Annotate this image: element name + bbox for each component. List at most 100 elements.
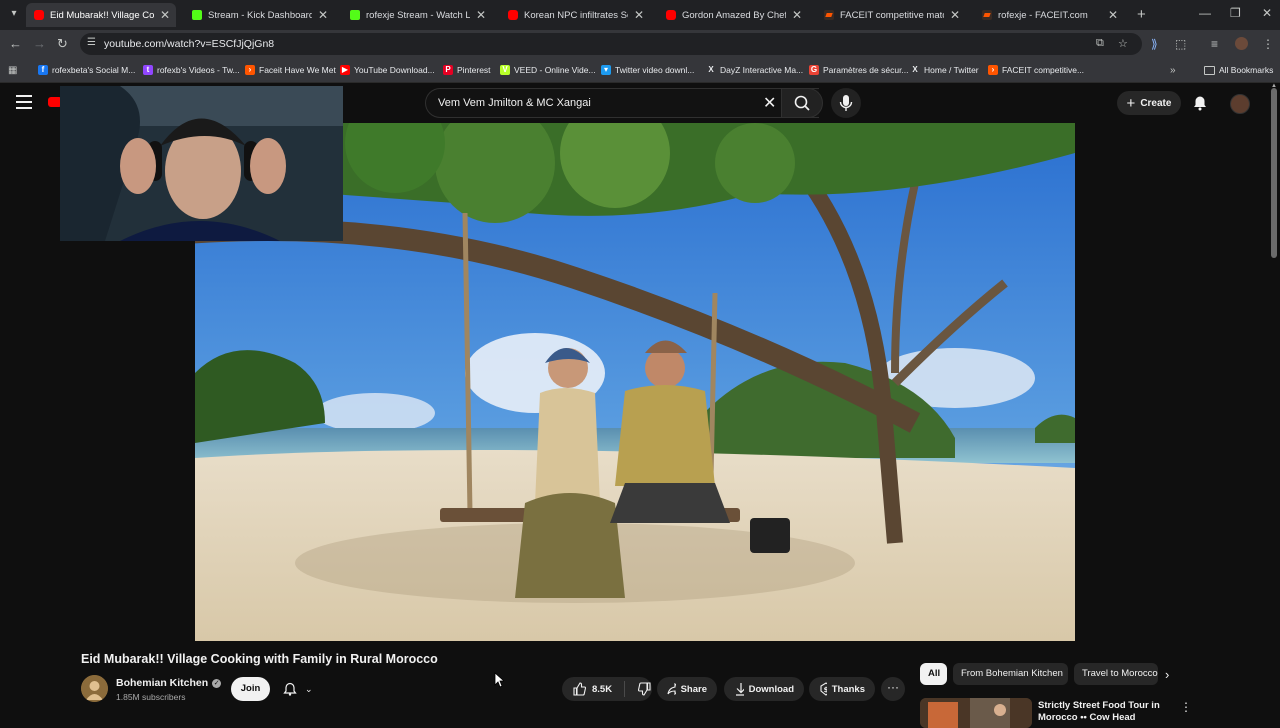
- tab-title: Eid Mubarak!! Village Cooking ...: [50, 9, 154, 21]
- close-tab-icon[interactable]: ✕: [160, 8, 170, 22]
- bookmark-star-icon[interactable]: ☆: [1118, 37, 1128, 50]
- bookmark-item[interactable]: P Pinterest: [443, 63, 491, 77]
- download-button[interactable]: Download: [724, 677, 804, 701]
- site-info-icon[interactable]: ☰: [87, 37, 99, 49]
- twitter-icon: ▾: [601, 65, 611, 75]
- chips-next-icon[interactable]: ›: [1165, 667, 1169, 682]
- restore-icon[interactable]: ❐: [1230, 6, 1241, 20]
- new-tab-button[interactable]: +: [1137, 6, 1146, 23]
- recommendation-thumbnail[interactable]: [920, 698, 1032, 728]
- browser-tab[interactable]: Eid Mubarak!! Village Cooking ... ✕: [26, 3, 176, 27]
- browser-tab[interactable]: Korean NPC infiltrates Sony HQ ✕: [500, 3, 650, 27]
- browser-tab[interactable]: rofexje Stream - Watch Live on ✕: [342, 3, 492, 27]
- forward-button[interactable]: →: [33, 36, 46, 52]
- recommendation-title[interactable]: Strictly Street Food Tour in Morocco •• …: [1038, 700, 1160, 724]
- bookmark-label: rofexbeta's Social M...: [52, 65, 136, 75]
- bookmark-item[interactable]: ▾ Twitter video downl...: [601, 63, 694, 77]
- join-button[interactable]: Join: [231, 677, 270, 701]
- browser-tab[interactable]: Stream - Kick Dashboard ✕: [184, 3, 334, 27]
- extensions-puzzle-icon[interactable]: ⬚: [1175, 37, 1186, 51]
- create-label: Create: [1140, 97, 1172, 109]
- thumbs-up-icon: [573, 682, 586, 696]
- like-button[interactable]: 8.5K: [562, 677, 626, 701]
- bookmark-item[interactable]: V VEED - Online Vide...: [500, 63, 596, 77]
- browser-toolbar: ← → ↻ ☰ youtube.com/watch?v=ESCfJjQjGn8 …: [0, 30, 1280, 58]
- browser-tab[interactable]: Gordon Amazed By Chef Who I ✕: [658, 3, 808, 27]
- bookmark-item[interactable]: › FACEIT competitive...: [988, 63, 1084, 77]
- close-tab-icon[interactable]: ✕: [1108, 8, 1118, 22]
- bookmark-label: DayZ Interactive Ma...: [720, 65, 804, 75]
- install-app-icon[interactable]: ⧉: [1096, 37, 1104, 50]
- streamer-webcam-overlay: [60, 86, 343, 241]
- close-tab-icon[interactable]: ✕: [318, 8, 328, 22]
- channel-name[interactable]: Bohemian Kitchen ✓: [116, 677, 222, 689]
- bookmark-label: Faceit Have We Met: [259, 65, 336, 75]
- url-text[interactable]: youtube.com/watch?v=ESCfJjQjGn8: [104, 38, 274, 50]
- clear-search-icon[interactable]: ✕: [763, 93, 776, 113]
- more-bookmarks-icon[interactable]: »: [1170, 63, 1176, 77]
- recommendation-menu-icon[interactable]: ⋮: [1180, 700, 1192, 714]
- bookmark-item[interactable]: t rofexb's Videos - Tw...: [143, 63, 240, 77]
- close-window-icon[interactable]: ✕: [1262, 6, 1272, 20]
- bookmark-item[interactable]: ▶ YouTube Download...: [340, 63, 435, 77]
- tab-title: FACEIT competitive match - FA: [840, 9, 944, 21]
- channel-avatar[interactable]: [81, 675, 108, 702]
- notifications-button[interactable]: [1192, 95, 1208, 116]
- share-label: Share: [680, 683, 707, 695]
- video-title: Eid Mubarak!! Village Cooking with Famil…: [81, 652, 438, 666]
- thanks-button[interactable]: $ Thanks: [809, 677, 875, 701]
- chevron-down-icon: ⌄: [305, 683, 313, 694]
- dislike-button[interactable]: [630, 677, 652, 701]
- filter-chip[interactable]: Travel to Morocco: [1074, 663, 1158, 685]
- browser-tab[interactable]: FACEIT competitive match - FA ✕: [816, 3, 966, 27]
- folder-icon: [1204, 65, 1215, 75]
- guide-menu-icon[interactable]: [16, 95, 32, 109]
- twitch-icon: t: [143, 65, 153, 75]
- voice-search-button[interactable]: [831, 88, 861, 118]
- faceit-icon: ›: [245, 65, 255, 75]
- search-input[interactable]: Vem Vem Jmilton & MC Xangai: [438, 97, 591, 109]
- faceit-favicon-icon: [824, 10, 834, 20]
- close-tab-icon[interactable]: ✕: [634, 8, 644, 22]
- extension-active-icon[interactable]: ⟫: [1151, 37, 1158, 51]
- minimize-icon[interactable]: —: [1199, 6, 1211, 20]
- more-actions-icon[interactable]: ···: [881, 677, 905, 701]
- back-button[interactable]: ←: [9, 36, 22, 52]
- account-avatar[interactable]: [1230, 94, 1250, 114]
- google-icon: G: [809, 65, 819, 75]
- bookmark-item[interactable]: X DayZ Interactive Ma...: [706, 63, 803, 77]
- address-bar[interactable]: ☰ youtube.com/watch?v=ESCfJjQjGn8 ⧉ ☆: [80, 33, 1142, 55]
- apps-grid-icon[interactable]: ▦: [8, 63, 17, 77]
- media-controls-icon[interactable]: ≡: [1211, 37, 1218, 51]
- all-bookmarks-label: All Bookmarks: [1219, 65, 1274, 75]
- facebook-icon: f: [38, 65, 48, 75]
- share-button[interactable]: Share: [657, 677, 717, 701]
- create-button[interactable]: + Create: [1117, 91, 1181, 115]
- bookmark-item[interactable]: G Paramètres de sécur...: [809, 63, 909, 77]
- verified-badge-icon: ✓: [212, 678, 222, 688]
- tab-search-icon[interactable]: ▾: [6, 6, 22, 22]
- filter-chip[interactable]: All: [920, 663, 947, 685]
- bookmark-item[interactable]: › Faceit Have We Met: [245, 63, 336, 77]
- filter-chip[interactable]: From Bohemian Kitchen: [953, 663, 1068, 685]
- subscription-notification-button[interactable]: ⌄: [279, 677, 329, 701]
- close-tab-icon[interactable]: ✕: [950, 8, 960, 22]
- thumbs-down-icon: [638, 682, 651, 696]
- kick-favicon-icon: [350, 10, 360, 20]
- browser-tab[interactable]: rofexje - FACEIT.com ✕: [974, 3, 1124, 27]
- youtube-favicon-icon: [34, 10, 44, 20]
- mouse-cursor-icon: [494, 672, 504, 688]
- profile-avatar[interactable]: [1235, 37, 1248, 50]
- browser-menu-icon[interactable]: ⋮: [1262, 37, 1274, 51]
- bookmark-item[interactable]: X Home / Twitter: [910, 63, 978, 77]
- bookmark-item[interactable]: f rofexbeta's Social M...: [38, 63, 135, 77]
- close-tab-icon[interactable]: ✕: [792, 8, 802, 22]
- all-bookmarks-folder[interactable]: All Bookmarks: [1204, 63, 1273, 77]
- close-tab-icon[interactable]: ✕: [476, 8, 486, 22]
- reload-button[interactable]: ↻: [57, 36, 68, 52]
- page-scrollbar[interactable]: [1271, 88, 1277, 258]
- kick-favicon-icon: [192, 10, 202, 20]
- search-button[interactable]: [781, 88, 823, 118]
- channel-name-text[interactable]: Bohemian Kitchen: [116, 677, 208, 689]
- search-box[interactable]: Vem Vem Jmilton & MC Xangai ✕: [425, 88, 819, 118]
